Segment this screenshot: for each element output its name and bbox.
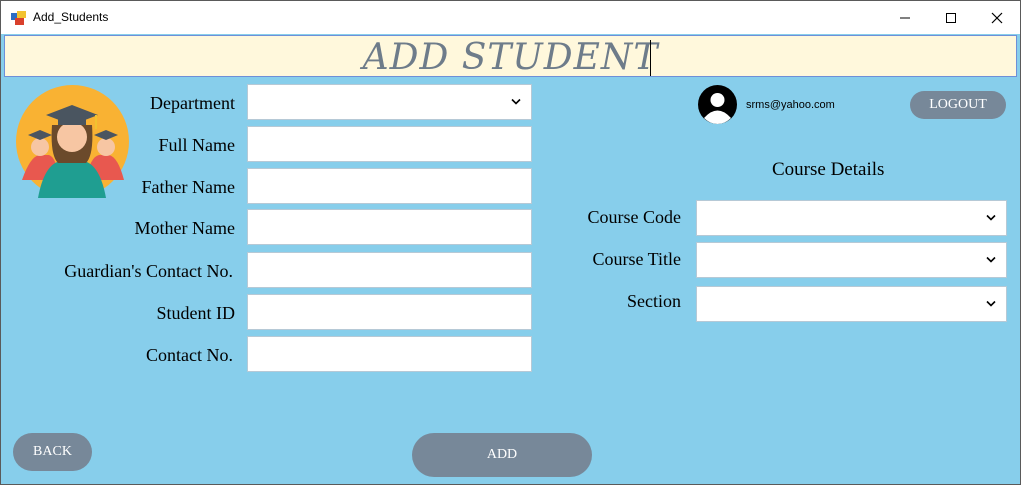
- maximize-icon: [946, 12, 956, 23]
- minimize-icon: [900, 17, 910, 18]
- add-button[interactable]: ADD: [412, 433, 592, 477]
- father-name-input[interactable]: [247, 168, 532, 204]
- page-title: ADD STUDENT: [362, 37, 659, 78]
- mother-name-input[interactable]: [247, 209, 532, 245]
- section-select[interactable]: [696, 286, 1007, 322]
- close-icon: [991, 12, 1003, 23]
- student-id-label: Student ID: [156, 303, 236, 323]
- contact-input[interactable]: [247, 336, 532, 372]
- guardian-contact-label: Guardian's Contact No.: [64, 261, 233, 281]
- close-button[interactable]: [974, 1, 1020, 34]
- section-label: Section: [627, 291, 681, 311]
- window-title: Add_Students: [33, 10, 109, 24]
- full-name-label: Full Name: [158, 135, 236, 155]
- user-email: srms@yahoo.com: [746, 99, 835, 111]
- department-label: Department: [150, 93, 235, 113]
- course-title-label: Course Title: [592, 249, 681, 269]
- student-id-input[interactable]: [247, 294, 532, 330]
- students-graduation-icon: [16, 85, 129, 198]
- chevron-down-icon: [986, 214, 996, 221]
- course-details-heading: Course Details: [772, 159, 885, 180]
- text-caret: [650, 40, 651, 76]
- father-name-label: Father Name: [141, 177, 235, 197]
- course-title-select[interactable]: [696, 242, 1007, 278]
- full-name-input[interactable]: [247, 126, 532, 162]
- chevron-down-icon: [986, 256, 996, 263]
- maximize-button[interactable]: [928, 1, 974, 34]
- chevron-down-icon: [511, 98, 521, 105]
- guardian-contact-input[interactable]: [247, 252, 532, 288]
- contact-label: Contact No.: [146, 345, 233, 365]
- chevron-down-icon: [986, 300, 996, 307]
- logout-button[interactable]: LOGOUT: [910, 91, 1006, 119]
- title-bar: Add_Students: [1, 1, 1020, 34]
- minimize-button[interactable]: [882, 1, 928, 34]
- course-code-label: Course Code: [587, 207, 682, 227]
- department-select[interactable]: [247, 84, 532, 120]
- header-banner: ADD STUDENT: [4, 35, 1017, 78]
- mother-name-label: Mother Name: [134, 218, 235, 238]
- add-students-window: Add_Students ADD STUDENT Department Full…: [0, 0, 1021, 485]
- course-code-select[interactable]: [696, 200, 1007, 236]
- user-avatar-icon: [698, 85, 737, 124]
- back-button[interactable]: BACK: [13, 433, 92, 471]
- app-icon: [11, 11, 26, 25]
